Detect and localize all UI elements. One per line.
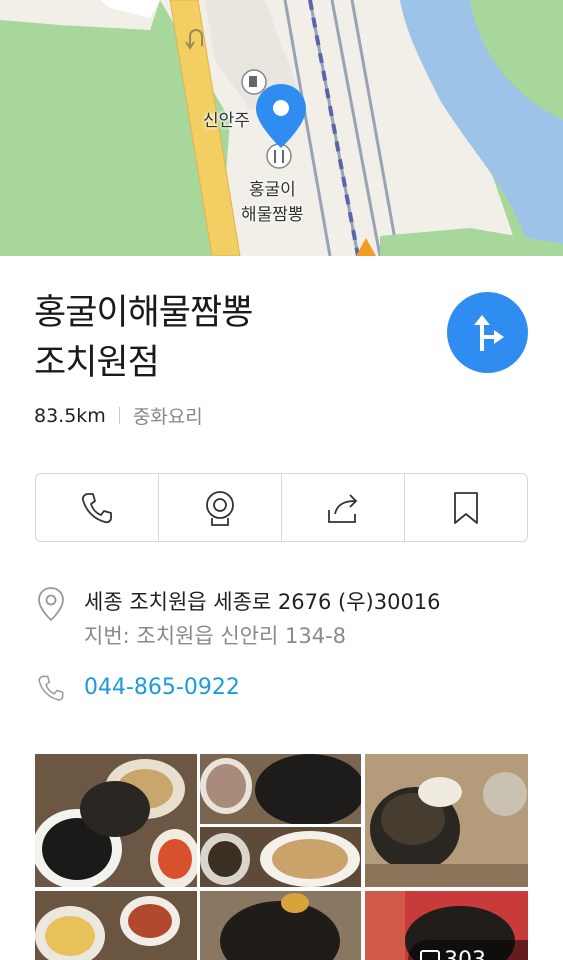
share-icon [328,493,358,523]
place-name-line2: 조치원점 [34,343,160,383]
road-address[interactable]: 세종 조치원읍 세종로 2676 (우)30016 [84,585,441,619]
map-place-label-line1: 홍굴이 [248,180,296,200]
phone-small-icon [36,673,70,707]
category-text: 중화요리 [132,406,203,428]
map-place-label: 홍굴이 해물짬뽕 [241,178,304,228]
meta-divider [118,407,120,424]
photo-thumbnail[interactable] [365,754,528,887]
phone-number-link[interactable]: 044-865-0922 [84,673,240,707]
photo-count-badge[interactable]: 303 [408,940,528,960]
gas-station-icon [241,69,267,95]
photo-thumbnail[interactable] [200,827,361,887]
directions-icon [473,314,504,351]
bookmark-icon [454,491,478,524]
map-view[interactable]: 신안주 홍굴이 해물짬뽕 [0,0,563,256]
map-pin-icon [36,585,70,653]
place-meta: 83.5km 중화요리 [34,402,203,429]
phone-row[interactable]: 044-865-0922 [36,673,240,707]
roadview-icon [206,490,234,526]
map-place-label-line2: 해물짬뽕 [241,205,304,225]
address-row: 세종 조치원읍 세종로 2676 (우)30016 지번: 조치원읍 신안리 1… [36,585,441,653]
restaurant-icon [266,143,292,169]
map-station-label: 신안주 [203,111,250,131]
call-button[interactable] [36,474,159,541]
directions-button[interactable] [447,292,528,373]
photo-thumbnail[interactable] [35,754,197,887]
action-bar [35,473,528,542]
roadview-button[interactable] [159,474,282,541]
place-name-line1: 홍굴이해물짬뽕 [34,293,253,333]
photo-thumbnail[interactable] [200,891,361,960]
phone-icon [81,492,112,523]
lot-address: 지번: 조치원읍 신안리 134-8 [84,624,347,648]
photo-thumbnail[interactable] [200,754,361,824]
save-button[interactable] [405,474,527,541]
camera-icon [420,950,440,960]
photo-count-text: 303 [444,947,486,960]
photo-grid: 303 [35,754,528,960]
distance-text: 83.5km [34,404,106,427]
photo-thumbnail[interactable] [35,891,197,960]
place-title: 홍굴이해물짬뽕 조치원점 [34,288,414,388]
share-button[interactable] [282,474,405,541]
